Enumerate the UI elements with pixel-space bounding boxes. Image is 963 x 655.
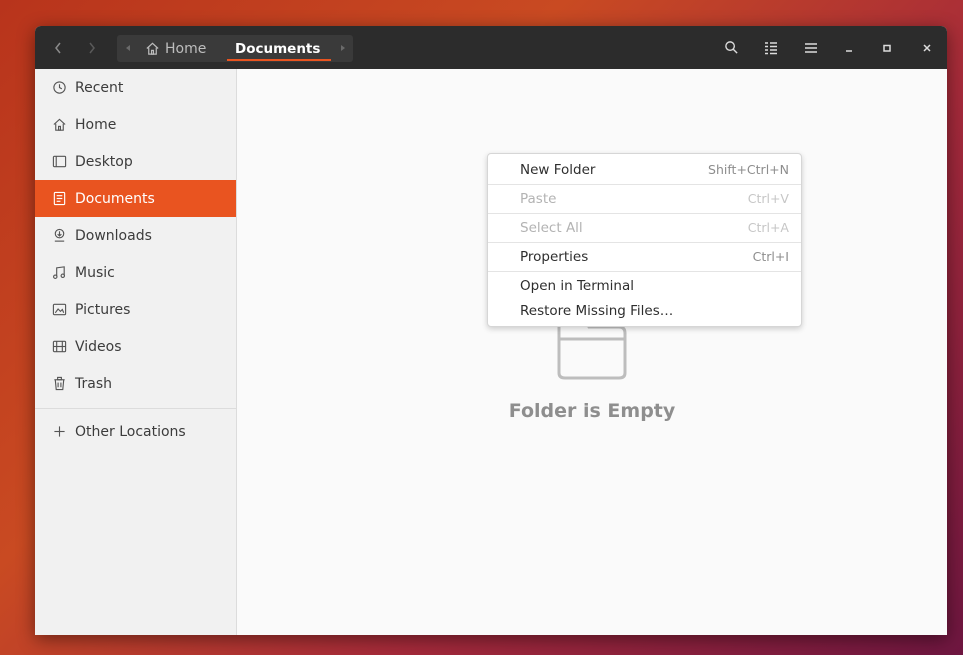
close-button[interactable] <box>907 26 947 69</box>
sidebar-divider <box>35 408 236 409</box>
sidebar-item-label: Videos <box>75 338 122 355</box>
search-icon <box>724 41 738 54</box>
clock-icon <box>51 80 67 96</box>
sidebar-item-label: Documents <box>75 190 155 207</box>
breadcrumb-current[interactable]: Documents <box>225 35 330 62</box>
download-icon <box>51 228 67 244</box>
sidebar-item-downloads[interactable]: Downloads <box>35 217 236 254</box>
header-bar: Home Documents <box>35 26 947 69</box>
file-manager-window: Home Documents Recent Home Desktop Docum… <box>35 26 947 635</box>
sidebar-item-label: Pictures <box>75 301 131 318</box>
menu-item-label: Restore Missing Files… <box>520 302 674 319</box>
video-icon <box>51 339 67 355</box>
arrow-left-small-icon <box>126 44 130 51</box>
trash-icon <box>51 376 67 392</box>
chevron-right-icon <box>89 42 95 53</box>
sidebar-item-label: Downloads <box>75 227 152 244</box>
menu-item-label: New Folder <box>520 161 596 178</box>
sidebar-item-recent[interactable]: Recent <box>35 69 236 106</box>
menu-item-shortcut: Ctrl+A <box>747 220 789 235</box>
sidebar-item-label: Trash <box>75 375 112 392</box>
breadcrumb-scroll-left[interactable] <box>121 26 135 69</box>
sidebar-item-pictures[interactable]: Pictures <box>35 291 236 328</box>
maximize-button[interactable] <box>867 26 907 69</box>
menu-item-paste[interactable]: Paste Ctrl+V <box>488 184 801 213</box>
view-options-button[interactable] <box>751 26 791 69</box>
menu-item-shortcut: Ctrl+V <box>747 191 789 206</box>
sidebar-item-label: Home <box>75 116 117 133</box>
forward-button[interactable] <box>81 26 103 69</box>
plus-icon <box>51 424 67 440</box>
sidebar-item-label: Other Locations <box>75 423 186 440</box>
menu-item-label: Paste <box>520 190 557 207</box>
sidebar-item-videos[interactable]: Videos <box>35 328 236 365</box>
sidebar-item-home[interactable]: Home <box>35 106 236 143</box>
close-icon <box>923 43 931 52</box>
header-tools <box>711 26 947 69</box>
document-icon <box>51 191 67 207</box>
breadcrumb-active-indicator <box>227 59 331 61</box>
sidebar-item-label: Music <box>75 264 115 281</box>
menu-item-shortcut: Ctrl+I <box>752 249 789 264</box>
home-icon <box>146 42 159 55</box>
sidebar-item-trash[interactable]: Trash <box>35 365 236 402</box>
minimize-button[interactable] <box>831 26 867 69</box>
arrow-right-small-icon <box>341 44 345 51</box>
home-icon <box>51 117 67 133</box>
sidebar-item-other-locations[interactable]: Other Locations <box>35 413 236 450</box>
sidebar-item-documents[interactable]: Documents <box>35 180 236 217</box>
minimize-icon <box>846 49 852 52</box>
sidebar-item-desktop[interactable]: Desktop <box>35 143 236 180</box>
menu-item-label: Open in Terminal <box>520 277 634 294</box>
menu-item-restore-missing-files[interactable]: Restore Missing Files… <box>488 296 801 325</box>
music-icon <box>51 265 67 281</box>
sidebar-item-music[interactable]: Music <box>35 254 236 291</box>
breadcrumb-scroll-right[interactable] <box>337 26 349 69</box>
file-view[interactable]: Folder is Empty New Folder Shift+Ctrl+N … <box>237 69 947 635</box>
breadcrumb-home[interactable]: Home <box>145 35 206 62</box>
places-sidebar: Recent Home Desktop Documents Downloads … <box>35 69 237 635</box>
menu-item-new-folder[interactable]: New Folder Shift+Ctrl+N <box>488 155 801 184</box>
menu-item-properties[interactable]: Properties Ctrl+I <box>488 242 801 271</box>
breadcrumb-current-label: Documents <box>235 40 321 57</box>
maximize-icon <box>883 44 891 52</box>
view-list-icon <box>765 41 777 54</box>
back-button[interactable] <box>47 26 69 69</box>
picture-icon <box>51 302 67 318</box>
menu-item-select-all[interactable]: Select All Ctrl+A <box>488 213 801 242</box>
menu-item-label: Properties <box>520 248 589 265</box>
menu-item-shortcut: Shift+Ctrl+N <box>708 162 789 177</box>
sidebar-item-label: Recent <box>75 79 124 96</box>
empty-folder-message: Folder is Empty <box>508 400 676 422</box>
menu-item-label: Select All <box>520 219 583 236</box>
context-menu: New Folder Shift+Ctrl+N Paste Ctrl+V Sel… <box>487 153 802 327</box>
hamburger-menu-icon <box>805 42 817 53</box>
chevron-left-icon <box>55 42 61 53</box>
sidebar-item-label: Desktop <box>75 153 133 170</box>
breadcrumb-home-label: Home <box>165 40 207 57</box>
menu-button[interactable] <box>791 26 831 69</box>
desktop-icon <box>51 154 67 170</box>
search-button[interactable] <box>711 26 751 69</box>
